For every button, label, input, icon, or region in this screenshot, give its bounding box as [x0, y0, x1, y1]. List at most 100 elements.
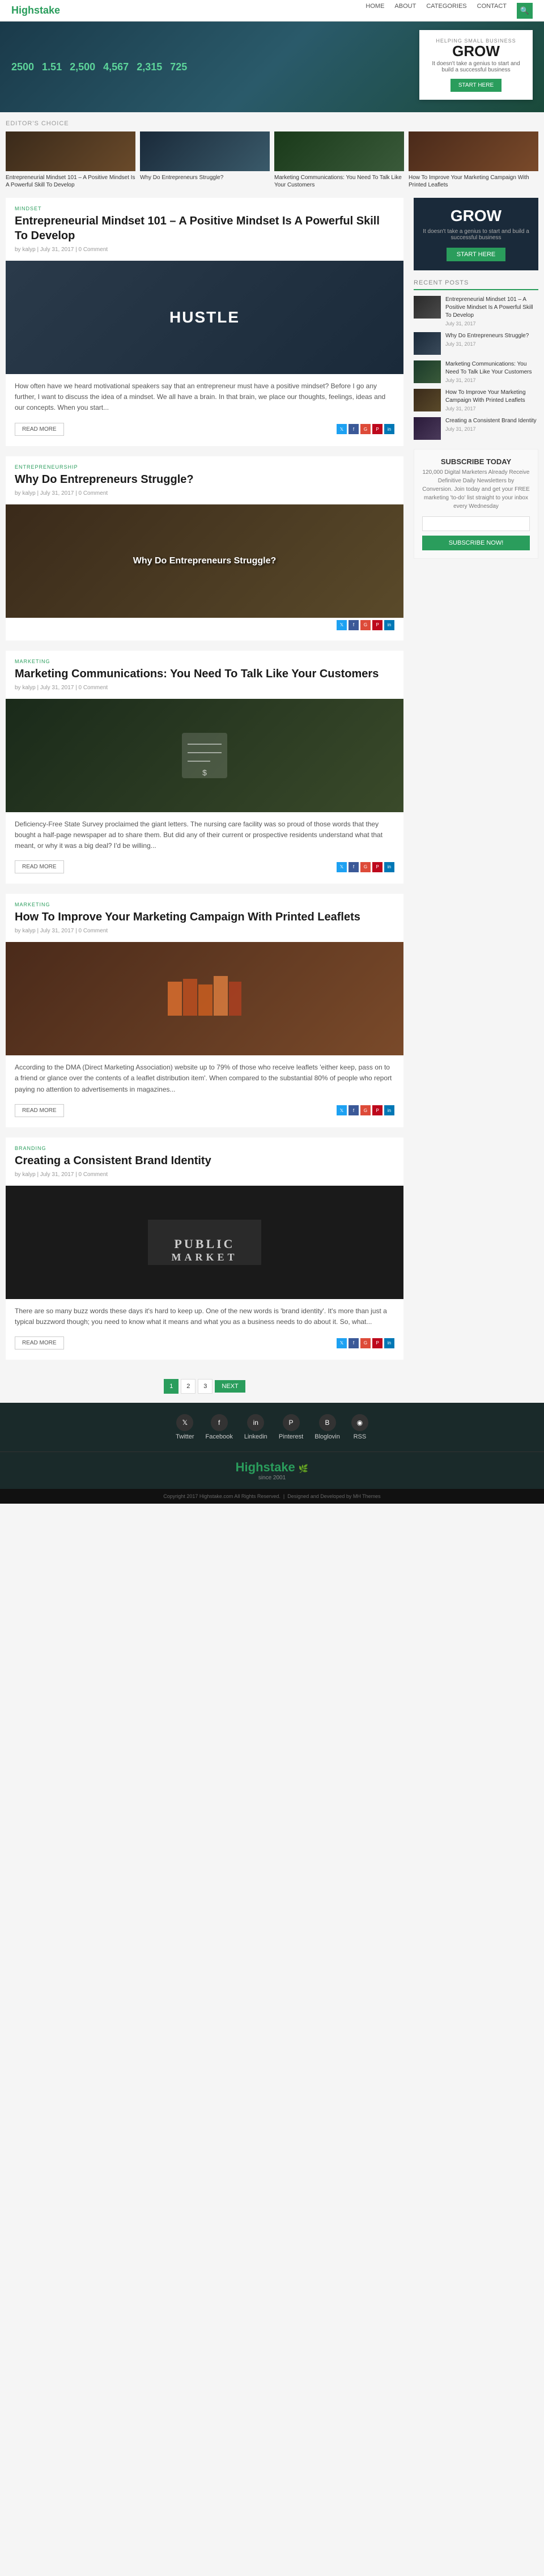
- google-share-icon[interactable]: G: [360, 620, 371, 630]
- brand-logo[interactable]: Highstake: [11, 5, 60, 16]
- stat-4: 4,567: [103, 61, 129, 73]
- post-3-read-more[interactable]: READ MORE: [15, 860, 64, 873]
- linkedin-icon[interactable]: in: [384, 424, 394, 434]
- facebook-icon-4[interactable]: f: [348, 1105, 359, 1115]
- footer-twitter[interactable]: 𝕏 Twitter: [176, 1414, 194, 1440]
- facebook-share-icon[interactable]: f: [348, 620, 359, 630]
- pinterest-icon[interactable]: P: [372, 424, 382, 434]
- post-article-5: BRANDING Creating a Consistent Brand Ide…: [6, 1138, 403, 1360]
- stat-3: 2,500: [70, 61, 95, 73]
- post-1-image: HUSTLE: [6, 261, 403, 374]
- recent-thumb-1: [414, 296, 441, 319]
- nav-contact[interactable]: Contact: [477, 3, 507, 19]
- post-1-meta: by kalyp | July 31, 2017 | 0 Comment: [15, 247, 394, 253]
- pinterest-icon-3[interactable]: P: [372, 862, 382, 872]
- post-1-social: 𝕏 f G P in: [337, 424, 394, 434]
- recent-post-title-2[interactable]: Why Do Entrepreneurs Struggle?: [445, 332, 529, 340]
- editor-title-3: Marketing Communications: You Need To Ta…: [274, 174, 404, 189]
- main-layout: MINDSET Entrepreneurial Mindset 101 – A …: [6, 198, 538, 1403]
- post-5-read-more[interactable]: READ MORE: [15, 1336, 64, 1349]
- post-3-image: $: [6, 699, 403, 812]
- editor-title-1: Entrepreneurial Mindset 101 – A Positive…: [6, 174, 135, 189]
- linkedin-icon-3[interactable]: in: [384, 862, 394, 872]
- nav-categories[interactable]: Categories: [426, 3, 466, 19]
- hero-section: 2500 1.51 2,500 4,567 2,315 725 HELPING …: [0, 22, 544, 112]
- linkedin-icon-5[interactable]: in: [384, 1338, 394, 1348]
- recent-post-title-4[interactable]: How To Improve Your Marketing Campaign W…: [445, 389, 538, 405]
- recent-post-title-5[interactable]: Creating a Consistent Brand Identity: [445, 417, 537, 425]
- post-4-header: MARKETING How To Improve Your Marketing …: [6, 894, 403, 942]
- hero-start-button[interactable]: START HERE: [450, 79, 502, 92]
- footer-pinterest[interactable]: P Pinterest: [279, 1414, 303, 1440]
- twitter-icon[interactable]: 𝕏: [337, 424, 347, 434]
- footer-brand-name[interactable]: Highstake 🌿: [8, 1460, 536, 1475]
- post-4-read-more[interactable]: READ MORE: [15, 1104, 64, 1117]
- editor-thumb-3: [274, 131, 404, 171]
- post-1-title[interactable]: Entrepreneurial Mindset 101 – A Positive…: [15, 214, 394, 243]
- editor-card-2[interactable]: Why Do Entrepreneurs Struggle?: [140, 131, 270, 189]
- nav-about[interactable]: About: [394, 3, 416, 19]
- post-5-excerpt: There are so many buzz words these days …: [6, 1299, 403, 1334]
- google-icon-4[interactable]: G: [360, 1105, 371, 1115]
- post-4-meta: by kalyp | July 31, 2017 | 0 Comment: [15, 928, 394, 934]
- pinterest-share-icon[interactable]: P: [372, 620, 382, 630]
- page-3[interactable]: 3: [198, 1379, 212, 1394]
- post-5-title[interactable]: Creating a Consistent Brand Identity: [15, 1153, 394, 1168]
- recent-post-1: Entrepreneurial Mindset 101 – A Positive…: [414, 296, 538, 326]
- nav-links: Home About Categories Contact 🔍: [366, 3, 533, 19]
- footer-bloglovin[interactable]: B Bloglovin: [314, 1414, 340, 1440]
- subscribe-input[interactable]: [422, 516, 530, 531]
- recent-thumb-2: [414, 332, 441, 355]
- post-4-category: MARKETING: [15, 902, 394, 907]
- subscribe-button[interactable]: SUBSCRIBE NOW!: [422, 536, 530, 550]
- google-icon-3[interactable]: G: [360, 862, 371, 872]
- footer-facebook[interactable]: f Facebook: [206, 1414, 233, 1440]
- page-1[interactable]: 1: [164, 1379, 178, 1394]
- google-icon[interactable]: G: [360, 424, 371, 434]
- editor-card-1[interactable]: Entrepreneurial Mindset 101 – A Positive…: [6, 131, 135, 189]
- post-2-footer: 𝕏 f G P in: [6, 618, 403, 633]
- google-icon-5[interactable]: G: [360, 1338, 371, 1348]
- editor-thumb-2: [140, 131, 270, 171]
- footer-bottom: Copyright 2017 Highstake.com All Rights …: [0, 1489, 544, 1504]
- facebook-icon-3[interactable]: f: [348, 862, 359, 872]
- post-2-image: Why Do Entrepreneurs Struggle?: [6, 504, 403, 618]
- twitter-icon-4[interactable]: 𝕏: [337, 1105, 347, 1115]
- post-3-title[interactable]: Marketing Communications: You Need To Ta…: [15, 667, 394, 681]
- facebook-icon[interactable]: f: [348, 424, 359, 434]
- linkedin-icon-4[interactable]: in: [384, 1105, 394, 1115]
- editor-card-3[interactable]: Marketing Communications: You Need To Ta…: [274, 131, 404, 189]
- pagination: 1 2 3 NEXT: [6, 1370, 403, 1403]
- search-icon[interactable]: 🔍: [517, 3, 533, 19]
- twitter-share-icon[interactable]: 𝕏: [337, 620, 347, 630]
- post-1-read-more[interactable]: READ MORE: [15, 423, 64, 436]
- pinterest-icon-4[interactable]: P: [372, 1105, 382, 1115]
- page-2[interactable]: 2: [181, 1379, 196, 1394]
- post-4-title[interactable]: How To Improve Your Marketing Campaign W…: [15, 910, 394, 924]
- post-5-header: BRANDING Creating a Consistent Brand Ide…: [6, 1138, 403, 1186]
- recent-post-title-1[interactable]: Entrepreneurial Mindset 101 – A Positive…: [445, 296, 538, 320]
- bloglovin-footer-icon: B: [319, 1414, 336, 1431]
- nav-home[interactable]: Home: [366, 3, 384, 19]
- sidebar-grow-box: GROW It doesn't take a genius to start a…: [414, 198, 538, 270]
- recent-post-date-4: July 31, 2017: [445, 406, 538, 411]
- editor-card-4[interactable]: How To Improve Your Marketing Campaign W…: [409, 131, 538, 189]
- pinterest-footer-icon: P: [283, 1414, 300, 1431]
- linkedin-share-icon[interactable]: in: [384, 620, 394, 630]
- footer-linkedin[interactable]: in Linkedin: [244, 1414, 267, 1440]
- sidebar-start-button[interactable]: START HERE: [447, 248, 505, 261]
- pinterest-icon-5[interactable]: P: [372, 1338, 382, 1348]
- post-5-social: 𝕏 f G P in: [337, 1338, 394, 1348]
- main-container: EDITOR'S CHOICE Entrepreneurial Mindset …: [0, 120, 544, 1403]
- footer-brand-leaf: 🌿: [299, 1464, 308, 1473]
- recent-post-title-3[interactable]: Marketing Communications: You Need To Ta…: [445, 360, 538, 376]
- footer-rss[interactable]: ◉ RSS: [351, 1414, 368, 1440]
- twitter-icon-3[interactable]: 𝕏: [337, 862, 347, 872]
- post-article-3: MARKETING Marketing Communications: You …: [6, 651, 403, 884]
- twitter-icon-5[interactable]: 𝕏: [337, 1338, 347, 1348]
- post-2-title[interactable]: Why Do Entrepreneurs Struggle?: [15, 472, 394, 487]
- page-next[interactable]: NEXT: [215, 1380, 245, 1393]
- facebook-icon-5[interactable]: f: [348, 1338, 359, 1348]
- recent-post-4: How To Improve Your Marketing Campaign W…: [414, 389, 538, 411]
- recent-post-3: Marketing Communications: You Need To Ta…: [414, 360, 538, 383]
